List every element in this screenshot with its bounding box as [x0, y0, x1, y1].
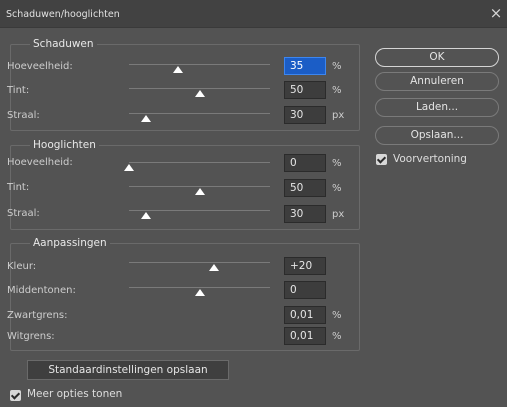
shadows-amount-input[interactable]: 35 — [284, 57, 326, 75]
save-button[interactable]: Opslaan... — [375, 126, 499, 145]
preview-label: Voorvertoning — [393, 153, 467, 165]
white-clip-input[interactable]: 0,01 — [284, 327, 326, 345]
shadows-radius-thumb[interactable] — [140, 115, 151, 122]
highlights-tone-input[interactable]: 50 — [284, 179, 326, 197]
shadows-tone-thumb[interactable] — [194, 90, 205, 97]
shadows-radius-slider[interactable] — [129, 113, 270, 114]
black-clip-label: Zwartgrens: — [7, 310, 68, 321]
save-defaults-button[interactable]: Standaardinstellingen opslaan — [27, 360, 229, 380]
highlights-tone-label: Tint: — [7, 182, 30, 193]
highlights-tone-slider[interactable] — [129, 186, 270, 187]
black-clip-unit: % — [332, 310, 342, 321]
highlights-radius-unit: px — [332, 209, 345, 220]
highlights-group-title: Hooglichten — [30, 139, 99, 151]
shadows-tone-slider[interactable] — [129, 88, 270, 89]
highlights-amount-slider[interactable] — [129, 162, 270, 163]
shadows-tone-label: Tint: — [7, 85, 30, 96]
color-label: Kleur: — [7, 261, 37, 272]
more-options-label: Meer opties tonen — [27, 388, 123, 400]
shadows-radius-unit: px — [332, 110, 345, 121]
midtones-input[interactable]: 0 — [284, 281, 326, 299]
highlights-tone-unit: % — [332, 183, 342, 194]
highlights-radius-thumb[interactable] — [140, 212, 151, 219]
midtones-label: Middentonen: — [7, 285, 76, 296]
color-slider[interactable] — [129, 262, 270, 263]
highlights-radius-label: Straal: — [7, 208, 40, 219]
white-clip-label: Witgrens: — [7, 331, 55, 342]
shadows-amount-label: Hoeveelheid: — [7, 61, 73, 72]
shadows-amount-slider[interactable] — [129, 64, 270, 65]
adjustments-group-title: Aanpassingen — [30, 237, 110, 249]
highlights-amount-unit: % — [332, 158, 342, 169]
shadows-tone-input[interactable]: 50 — [284, 81, 326, 99]
dialog-title: Schaduwen/hooglichten — [6, 9, 120, 20]
shadows-amount-thumb[interactable] — [173, 66, 184, 73]
white-clip-unit: % — [332, 331, 342, 342]
shadows-radius-label: Straal: — [7, 110, 40, 121]
midtones-slider[interactable] — [129, 287, 270, 288]
black-clip-input[interactable]: 0,01 — [284, 306, 326, 324]
load-button[interactable]: Laden... — [375, 98, 499, 117]
close-icon[interactable]: × — [488, 5, 504, 21]
color-input[interactable]: +20 — [284, 257, 326, 275]
shadows-group-title: Schaduwen — [30, 38, 97, 50]
ok-button[interactable]: OK — [375, 48, 499, 67]
more-options-checkbox[interactable] — [10, 390, 21, 401]
highlights-amount-label: Hoeveelheid: — [7, 157, 73, 168]
highlights-amount-input[interactable]: 0 — [284, 154, 326, 172]
preview-checkbox[interactable] — [376, 154, 387, 165]
highlights-tone-thumb[interactable] — [194, 188, 205, 195]
cancel-button[interactable]: Annuleren — [375, 72, 499, 91]
midtones-thumb[interactable] — [194, 289, 205, 296]
shadows-radius-input[interactable]: 30 — [284, 106, 326, 124]
title-bar: Schaduwen/hooglichten × — [0, 0, 507, 28]
shadows-amount-unit: % — [332, 61, 342, 72]
highlights-radius-slider[interactable] — [129, 210, 270, 211]
color-thumb[interactable] — [208, 264, 219, 271]
highlights-amount-thumb[interactable] — [124, 164, 134, 171]
shadows-tone-unit: % — [332, 85, 342, 96]
highlights-radius-input[interactable]: 30 — [284, 205, 326, 223]
